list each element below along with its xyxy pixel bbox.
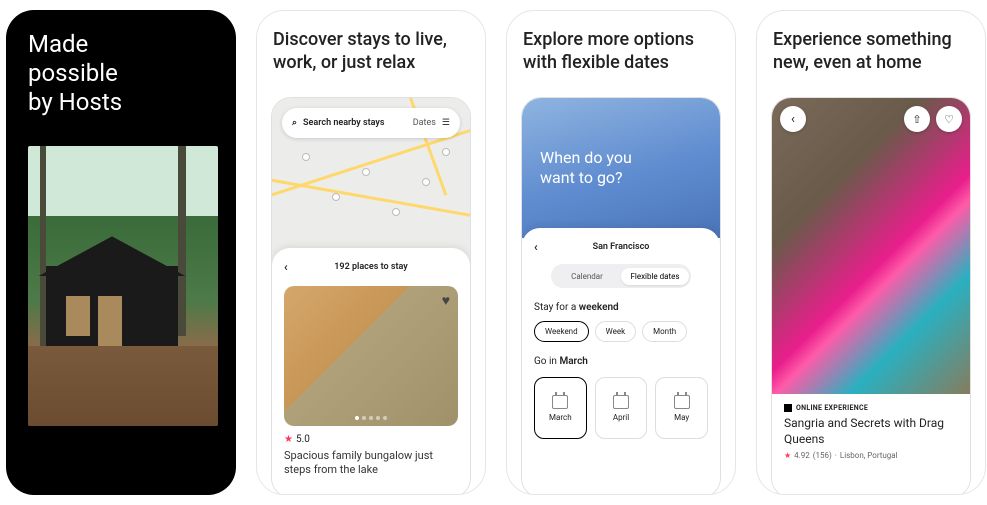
search-dates-label[interactable]: Dates: [413, 118, 436, 128]
experience-review-count: (156): [813, 451, 832, 460]
flexible-sheet: ‹ San Francisco Calendar Flexible dates …: [522, 228, 720, 495]
listing-rating: ★ 5.0: [284, 434, 458, 445]
calendar-icon: [613, 395, 629, 409]
month-card-may[interactable]: May: [655, 377, 708, 439]
experience-title[interactable]: Sangria and Secrets with Drag Queens: [784, 416, 958, 447]
promo-card-flexible: Explore more options with flexible dates…: [506, 10, 736, 495]
promo-title-line: possible: [28, 59, 118, 87]
experience-type-badge: ONLINE EXPERIENCE: [784, 404, 958, 412]
experience-photo[interactable]: [772, 98, 970, 398]
hero-text-line: When do you: [540, 148, 632, 167]
calendar-icon: [674, 395, 690, 409]
back-button[interactable]: ‹: [284, 260, 288, 274]
star-icon: ★: [784, 451, 791, 460]
rating-value: 5.0: [296, 434, 310, 445]
tab-calendar[interactable]: Calendar: [553, 268, 621, 285]
favorite-button[interactable]: ♡: [936, 106, 962, 132]
tab-flexible-dates[interactable]: Flexible dates: [621, 268, 689, 285]
phone-mock-experience: ‹ ⇧ ♡ ONLINE EXPERIENCE Sangria and Secr…: [771, 97, 971, 495]
stay-length-chips: Weekend Week Month: [534, 321, 708, 342]
experience-rating: 4.92: [794, 451, 810, 460]
photo-pager-dots: [355, 416, 387, 420]
listing-title[interactable]: Spacious family bungalow just steps from…: [284, 449, 458, 478]
star-icon: ★: [284, 434, 293, 445]
phone-mock-discover: ⌕ Search nearby stays Dates ☰ ‹ 192 plac…: [271, 97, 471, 495]
phone-mock-flexible: When do you want to go? ‹ San Francisco …: [521, 97, 721, 495]
stay-length-label: Stay for a weekend: [534, 302, 708, 313]
promo-card-hosts: Made possible by Hosts: [6, 10, 236, 495]
hero-banner: When do you want to go?: [522, 98, 720, 238]
promo-heading: Discover stays to live, work, or just re…: [273, 29, 469, 74]
back-button[interactable]: ‹: [780, 106, 806, 132]
promo-title-line: Made: [28, 30, 88, 58]
location-label: San Francisco: [593, 242, 650, 252]
back-button[interactable]: ‹: [534, 240, 538, 254]
share-icon: ⇧: [912, 113, 921, 126]
experience-meta: ★ 4.92 (156) · Lisbon, Portugal: [784, 451, 958, 460]
chip-week[interactable]: Week: [595, 321, 637, 342]
experience-location: Lisbon, Portugal: [840, 451, 898, 460]
heart-icon: ♡: [944, 113, 954, 126]
promo-title-line: by Hosts: [28, 88, 122, 116]
places-count: 192 places to stay: [334, 262, 407, 272]
search-icon: ⌕: [292, 118, 297, 128]
month-card-april[interactable]: April: [595, 377, 648, 439]
hero-text-line: want to go?: [540, 168, 623, 187]
badge-icon: [784, 404, 792, 412]
search-placeholder: Search nearby stays: [303, 118, 384, 128]
promo-heading: Experience something new, even at home: [773, 29, 969, 74]
share-button[interactable]: ⇧: [904, 106, 930, 132]
month-picker: March April May: [534, 377, 708, 439]
search-bar[interactable]: ⌕ Search nearby stays Dates ☰: [282, 108, 460, 138]
results-sheet: ‹ 192 places to stay ★ 5.0 Spacious fami…: [272, 248, 470, 495]
promo-heading: Explore more options with flexible dates: [523, 29, 719, 74]
experience-details: ONLINE EXPERIENCE Sangria and Secrets wi…: [772, 394, 970, 495]
calendar-icon: [552, 395, 568, 409]
tab-segmented-control[interactable]: Calendar Flexible dates: [551, 264, 691, 288]
go-month-label: Go in March: [534, 356, 708, 367]
promo-card-discover: Discover stays to live, work, or just re…: [256, 10, 486, 495]
month-card-march[interactable]: March: [534, 377, 587, 439]
chip-weekend[interactable]: Weekend: [534, 321, 589, 342]
promo-photo: [28, 146, 218, 426]
filter-icon[interactable]: ☰: [442, 118, 450, 128]
chip-month[interactable]: Month: [642, 321, 687, 342]
promo-title: Made possible by Hosts: [28, 30, 222, 116]
listing-photo[interactable]: [284, 286, 458, 426]
promo-card-experience: Experience something new, even at home ‹…: [756, 10, 986, 495]
